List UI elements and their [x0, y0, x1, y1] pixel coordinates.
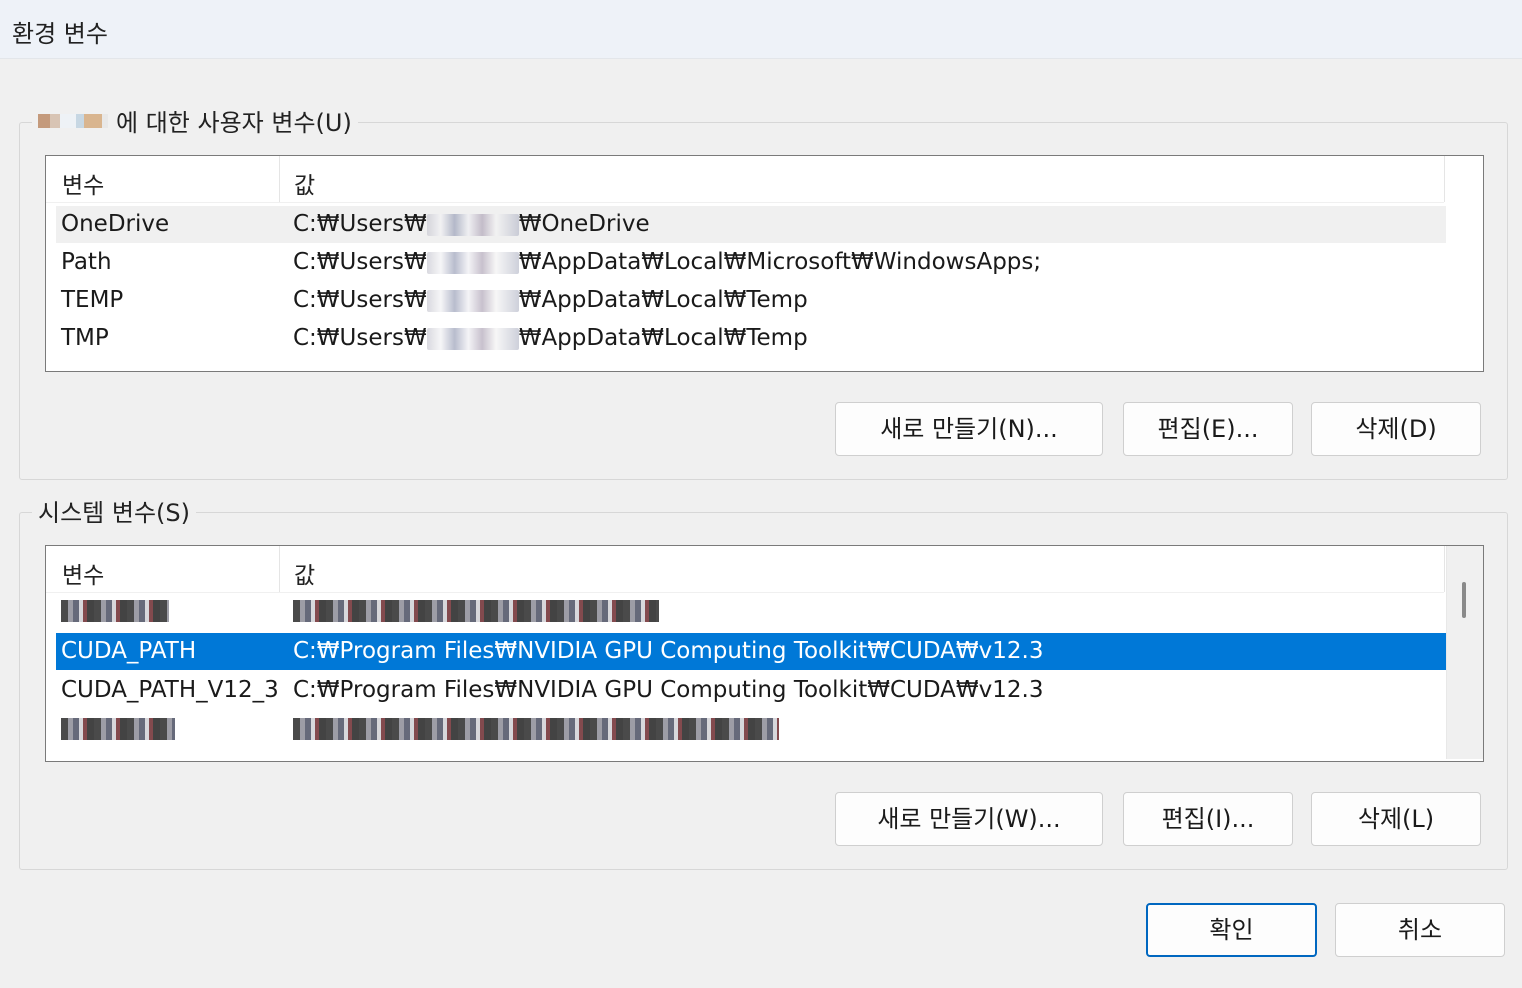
column-divider[interactable] [279, 546, 280, 592]
system-edit-button[interactable]: 편집(I)... [1123, 792, 1293, 846]
system-variables-group: 시스템 변수(S) 변수 값 CUDA_PATH C:₩Program File… [19, 493, 1508, 870]
table-row[interactable]: TMP C:₩Users₩ ₩AppData₩Local₩Temp [56, 320, 1446, 357]
table-row[interactable]: Path C:₩Users₩ ₩AppData₩Local₩Microsoft₩W… [56, 244, 1446, 281]
table-row[interactable] [56, 710, 1446, 746]
variable-value: C:₩Users₩ ₩OneDrive [293, 211, 650, 237]
ok-button[interactable]: 확인 [1146, 903, 1317, 957]
table-row[interactable]: TEMP C:₩Users₩ ₩AppData₩Local₩Temp [56, 282, 1446, 319]
redacted-username [426, 327, 519, 350]
redacted-username [38, 113, 108, 128]
column-header-value[interactable]: 값 [294, 166, 315, 200]
system-delete-button[interactable]: 삭제(L) [1311, 792, 1481, 846]
table-row[interactable]: CUDA_PATH C:₩Program Files₩NVIDIA GPU Co… [56, 633, 1446, 670]
variable-value: C:₩Users₩ ₩AppData₩Local₩Temp [293, 287, 808, 313]
window-title: 환경 변수 [12, 20, 108, 48]
variable-value: C:₩Users₩ ₩AppData₩Local₩Temp [293, 325, 808, 351]
variable-value: C:₩Program Files₩NVIDIA GPU Computing To… [293, 677, 1044, 703]
variable-value: C:₩Program Files₩NVIDIA GPU Computing To… [293, 638, 1044, 664]
variable-name: CUDA_PATH [61, 638, 197, 664]
redacted-username [426, 289, 519, 312]
variable-value: C:₩Users₩ ₩AppData₩Local₩Microsoft₩Window… [293, 249, 1042, 275]
variable-value [293, 710, 779, 747]
column-header-value[interactable]: 값 [294, 556, 315, 590]
variable-name: OneDrive [61, 211, 170, 237]
variable-name: TMP [61, 325, 109, 351]
column-divider[interactable] [279, 156, 280, 202]
user-variables-group: 에 대한 사용자 변수(U) 변수 값 OneDrive C:₩Users₩ ₩O… [19, 103, 1508, 480]
variable-name: TEMP [61, 287, 124, 313]
scrollbar-thumb[interactable] [1462, 582, 1466, 618]
table-row[interactable]: CUDA_PATH_V12_3 C:₩Program Files₩NVIDIA … [56, 672, 1446, 709]
system-variables-legend: 시스템 변수(S) [32, 493, 196, 528]
variable-name: CUDA_PATH_V12_3 [61, 677, 279, 703]
variable-name [61, 596, 169, 633]
table-row[interactable]: OneDrive C:₩Users₩ ₩OneDrive [56, 206, 1446, 243]
system-new-button[interactable]: 새로 만들기(W)... [835, 792, 1103, 846]
user-edit-button[interactable]: 편집(E)... [1123, 402, 1293, 456]
variable-name: Path [61, 249, 112, 275]
vertical-scrollbar[interactable] [1446, 546, 1483, 759]
user-new-button[interactable]: 새로 만들기(N)... [835, 402, 1103, 456]
list-header: 변수 값 [46, 546, 1445, 593]
user-variables-list[interactable]: 변수 값 OneDrive C:₩Users₩ ₩OneDrive Path C:… [45, 155, 1484, 372]
user-variables-legend-text: 에 대한 사용자 변수(U) [116, 109, 352, 137]
title-bar: 환경 변수 [0, 0, 1522, 59]
column-divider-end [1444, 156, 1445, 202]
variable-name [61, 710, 175, 747]
redacted-username [426, 251, 519, 274]
user-variables-legend: 에 대한 사용자 변수(U) [32, 103, 358, 138]
variable-value [293, 596, 659, 633]
column-header-name[interactable]: 변수 [62, 556, 104, 590]
table-row[interactable] [56, 596, 1446, 626]
redacted-username [426, 213, 519, 236]
column-header-name[interactable]: 변수 [62, 166, 104, 200]
list-header: 변수 값 [46, 156, 1445, 203]
user-delete-button[interactable]: 삭제(D) [1311, 402, 1481, 456]
system-variables-list[interactable]: 변수 값 CUDA_PATH C:₩Program Files₩NVIDIA G… [45, 545, 1484, 762]
cancel-button[interactable]: 취소 [1335, 903, 1505, 957]
column-divider-end [1444, 546, 1445, 592]
